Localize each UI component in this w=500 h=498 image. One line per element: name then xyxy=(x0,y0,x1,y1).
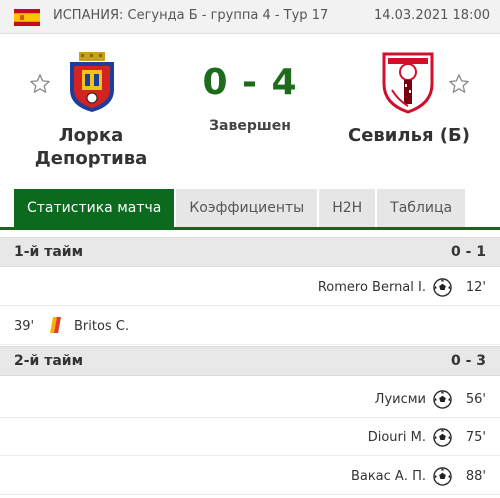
soccer-ball-icon xyxy=(433,467,452,486)
tab-h2h[interactable]: H2H xyxy=(319,189,376,227)
away-team-name[interactable]: Севилья (Б) xyxy=(334,124,484,147)
red-card-icon xyxy=(50,317,61,333)
tab-match-statistics[interactable]: Статистика матча xyxy=(14,189,175,227)
period-label: 1-й тайм xyxy=(14,244,84,260)
event-player[interactable]: Вакас А. П. xyxy=(351,469,426,484)
match-header-bar: ИСПАНИЯ: Сегунда Б - группа 4 - Тур 17 1… xyxy=(0,0,500,34)
event-player[interactable]: Britos C. xyxy=(74,319,129,334)
event-row-goal: Diouri M. 75' xyxy=(0,420,500,456)
soccer-ball-icon xyxy=(433,278,452,297)
match-status: Завершен xyxy=(209,118,291,134)
tab-odds[interactable]: Коэффициенты xyxy=(176,189,318,227)
event-row-goal: Romero Bernal I. 12' xyxy=(0,270,500,306)
tab-underline xyxy=(0,227,500,230)
second-half-header: 2-й тайм 0 - 3 xyxy=(0,346,500,376)
period-score: 0 - 1 xyxy=(450,244,486,260)
away-team-logo[interactable] xyxy=(378,50,438,114)
period-label: 2-й тайм xyxy=(14,353,84,369)
event-minute: 88' xyxy=(465,469,486,484)
home-team-name[interactable]: Лорка Депортива xyxy=(16,124,166,170)
match-tabs: Статистика матча Коэффициенты H2H Таблиц… xyxy=(14,189,466,227)
spain-flag-icon xyxy=(14,9,40,26)
event-minute: 12' xyxy=(465,280,486,295)
soccer-ball-icon xyxy=(433,428,452,447)
match-score: 0 - 4 xyxy=(202,62,298,103)
event-player[interactable]: Луисми xyxy=(375,392,426,407)
event-minute: 75' xyxy=(465,430,486,445)
first-half-header: 1-й тайм 0 - 1 xyxy=(0,237,500,267)
match-datetime: 14.03.2021 18:00 xyxy=(373,8,490,23)
event-minute: 56' xyxy=(465,392,486,407)
event-player[interactable]: Romero Bernal I. xyxy=(318,280,426,295)
event-row-goal: Луисми 56' xyxy=(0,382,500,418)
soccer-ball-icon xyxy=(433,390,452,409)
event-player[interactable]: Diouri M. xyxy=(368,430,426,445)
tab-standings[interactable]: Таблица xyxy=(377,189,466,227)
event-row-goal: Вакас А. П. 88' xyxy=(0,459,500,495)
period-score: 0 - 3 xyxy=(450,353,486,369)
competition-label[interactable]: ИСПАНИЯ: Сегунда Б - группа 4 - Тур 17 xyxy=(53,8,328,23)
home-team-logo[interactable] xyxy=(62,50,122,114)
event-minute: 39' xyxy=(14,319,35,334)
away-favorite-star-icon[interactable] xyxy=(448,73,470,95)
event-row-card: 39' Britos C. xyxy=(0,309,500,345)
home-favorite-star-icon[interactable] xyxy=(29,73,51,95)
